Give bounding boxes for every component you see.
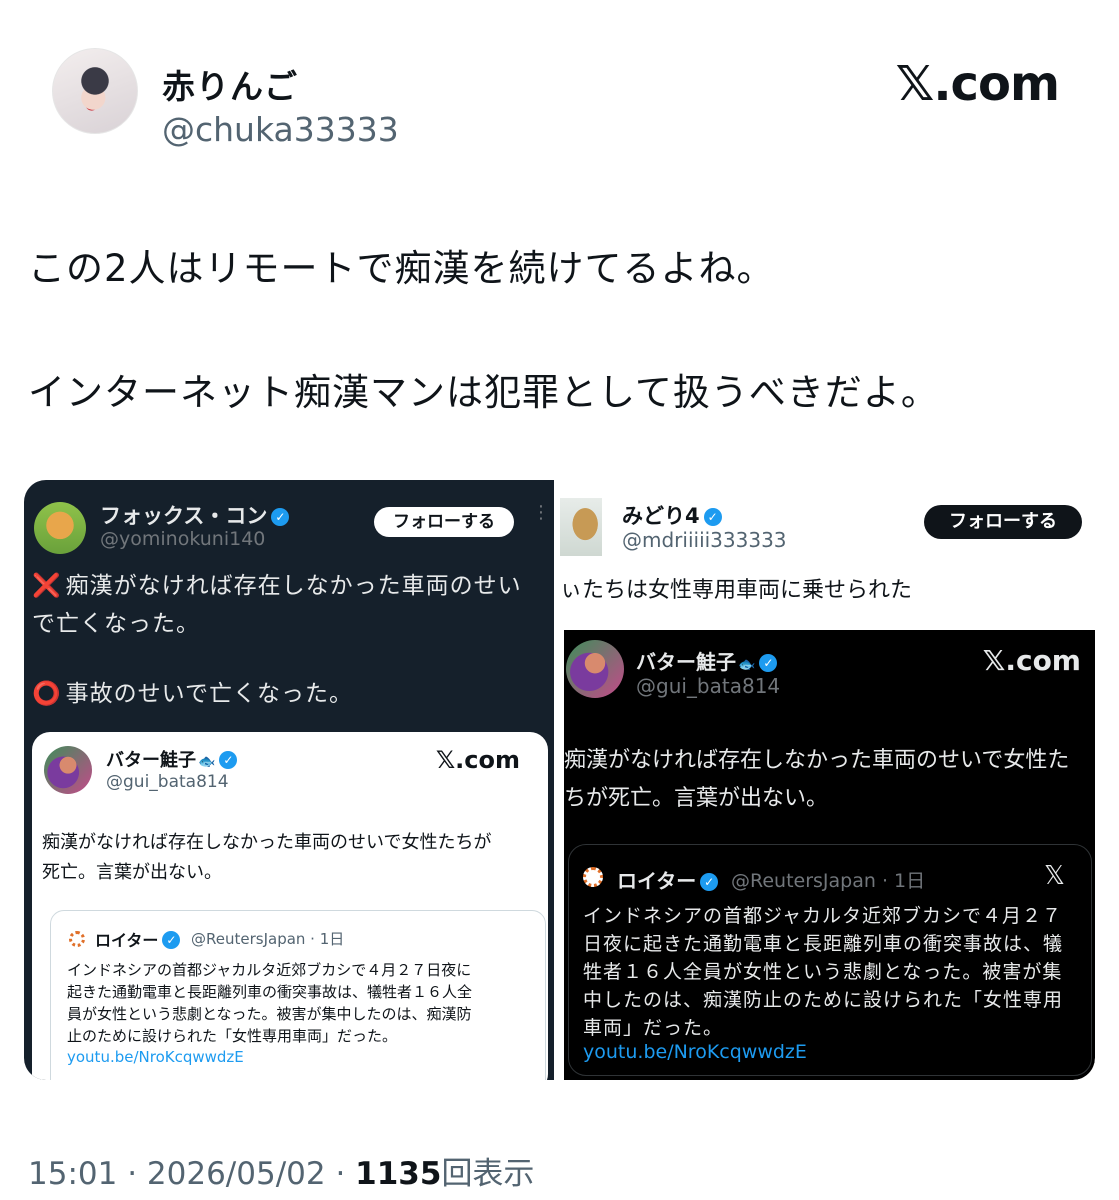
- embedded-post-text-2: 死亡。言葉が出ない。: [42, 862, 222, 883]
- embedded-post-card: バター鮭子 🐟 ✓ @gui_bata814 𝕏.com 痴漢がなければ存在しなかっ…: [564, 630, 1095, 1080]
- quoted-post-line: 起きた通勤電車と長距離列車の衝突事故は、犠牲者１６人全: [67, 983, 473, 1001]
- verified-badge-icon: ✓: [162, 931, 181, 949]
- circle-icon: ⭕: [32, 681, 62, 707]
- fish-icon: 🐟: [198, 754, 216, 770]
- x-logo: 𝕏.com: [982, 644, 1081, 677]
- quoted-post-name: ロイター ✓: [95, 927, 181, 951]
- follow-button: フォローする: [374, 507, 514, 537]
- tweet-meta: 15:01 · 2026/05/02 · 1135回表示: [28, 1156, 535, 1192]
- author-name[interactable]: 赤りんご: [162, 60, 298, 108]
- left-shot-text-1: ❌ 痴漢がなければ存在しなかった車両のせい: [32, 573, 522, 599]
- author-handle[interactable]: @chuka33333: [162, 110, 399, 149]
- left-shot-text-2: で亡くなった。: [32, 611, 200, 637]
- fox-avatar: [34, 502, 86, 554]
- quoted-post-line: 止のために設けられた「女性専用車両」だった。: [67, 1027, 398, 1045]
- tweet-time[interactable]: 15:01: [28, 1156, 117, 1192]
- tweet-text-line-1: この2人はリモートで痴漢を続けてるよね。: [28, 247, 775, 290]
- quoted-post-name: ロイター ✓: [617, 865, 719, 894]
- quoted-post-line: 車両」だった。: [583, 1017, 724, 1039]
- embedded-post-card: バター鮭子 🐟 ✓ @gui_bata814 𝕏.com 痴漢がなければ存在しなかっ…: [32, 732, 548, 1080]
- view-label: 回表示: [441, 1156, 535, 1192]
- bata-avatar: [566, 640, 624, 698]
- quoted-post-line: 日夜に起きた通勤電車と長距離列車の衝突事故は、犠: [583, 933, 1064, 955]
- x-icon: 𝕏: [1044, 861, 1065, 891]
- embedded-post-handle: @gui_bata814: [106, 772, 229, 792]
- quoted-post-link: youtu.be/NroKcqwwdzE: [67, 1048, 244, 1066]
- fish-icon: 🐟: [738, 657, 756, 673]
- verified-badge-icon: ✓: [703, 508, 722, 526]
- embedded-post-text-1: 痴漢がなければ存在しなかった車両のせいで女性たちが: [42, 832, 492, 853]
- tweet-date[interactable]: 2026/05/02: [147, 1156, 326, 1192]
- author-avatar[interactable]: [52, 48, 138, 134]
- right-shot-text: ぃたちは女性専用車両に乗せられた: [560, 578, 913, 603]
- quoted-post: ロイター ✓ @ReutersJapan · 1日 インドネシアの首都ジャカルタ近…: [50, 910, 546, 1080]
- verified-badge-icon: ✓: [700, 873, 719, 891]
- reuters-logo-icon: [583, 867, 603, 887]
- embedded-post-name: バター鮭子 🐟 ✓: [106, 746, 238, 772]
- right-screenshot[interactable]: みどり4 ✓ @mdriiiii333333 フォローする ぃたちは女性専用車両に…: [560, 480, 1095, 1080]
- embedded-post-name: バター鮭子 🐟 ✓: [636, 646, 778, 675]
- quoted-post-handle: @ReutersJapan · 1日: [191, 930, 345, 948]
- left-shot-handle: @yominokuni140: [100, 528, 266, 550]
- quoted-post-line: インドネシアの首都ジャカルタ近郊ブカシで４月２７: [583, 905, 1063, 927]
- right-shot-name: みどり4 ✓: [622, 500, 722, 530]
- quoted-post: ロイター ✓ @ReutersJapan · 1日 𝕏 インドネシアの首都ジャカル…: [568, 844, 1092, 1076]
- left-shot-text-3: ⭕ 事故のせいで亡くなった。: [32, 681, 353, 707]
- view-count: 1135: [355, 1156, 442, 1192]
- x-logo: 𝕏.com: [895, 56, 1060, 112]
- embedded-post-text-1: 痴漢がなければ存在しなかった車両のせいで女性た: [564, 748, 1070, 773]
- quoted-post-handle: @ReutersJapan · 1日: [731, 870, 926, 892]
- left-screenshot[interactable]: フォックス・コン ✓ @yominokuni140 フォローする ⋮ ❌ 痴漢がなけ…: [24, 480, 554, 1080]
- left-shot-name: フォックス・コン ✓: [100, 500, 290, 530]
- quoted-post-line: インドネシアの首都ジャカルタ近郊ブカシで４月２７日夜に: [67, 961, 472, 979]
- x-logo: 𝕏.com: [435, 746, 520, 774]
- cross-icon: ❌: [32, 573, 62, 599]
- follow-button: フォローする: [924, 505, 1082, 539]
- reuters-logo-icon: [69, 931, 85, 947]
- tweet-text-line-2: インターネット痴漢マンは犯罪として扱うべきだよ。: [28, 371, 939, 414]
- right-shot-handle: @mdriiiii333333: [622, 528, 787, 552]
- quoted-post-line: 牲者１６人全員が女性という悲劇となった。被害が集: [583, 961, 1063, 983]
- verified-badge-icon: ✓: [219, 751, 238, 769]
- giraffe-avatar: [560, 498, 602, 556]
- quoted-post-line: 中したのは、痴漢防止のために設けられた「女性専用: [583, 989, 1064, 1011]
- verified-badge-icon: ✓: [759, 654, 778, 672]
- embedded-post-handle: @gui_bata814: [636, 674, 781, 698]
- verified-badge-icon: ✓: [271, 508, 290, 526]
- quoted-post-line: 員が女性という悲劇となった。被害が集中したのは、痴漢防: [67, 1005, 472, 1023]
- embedded-post-text-2: ちが死亡。言葉が出ない。: [564, 786, 829, 811]
- bata-avatar: [44, 746, 92, 794]
- quoted-post-link: youtu.be/NroKcqwwdzE: [583, 1041, 807, 1063]
- more-icon: ⋮: [532, 502, 550, 523]
